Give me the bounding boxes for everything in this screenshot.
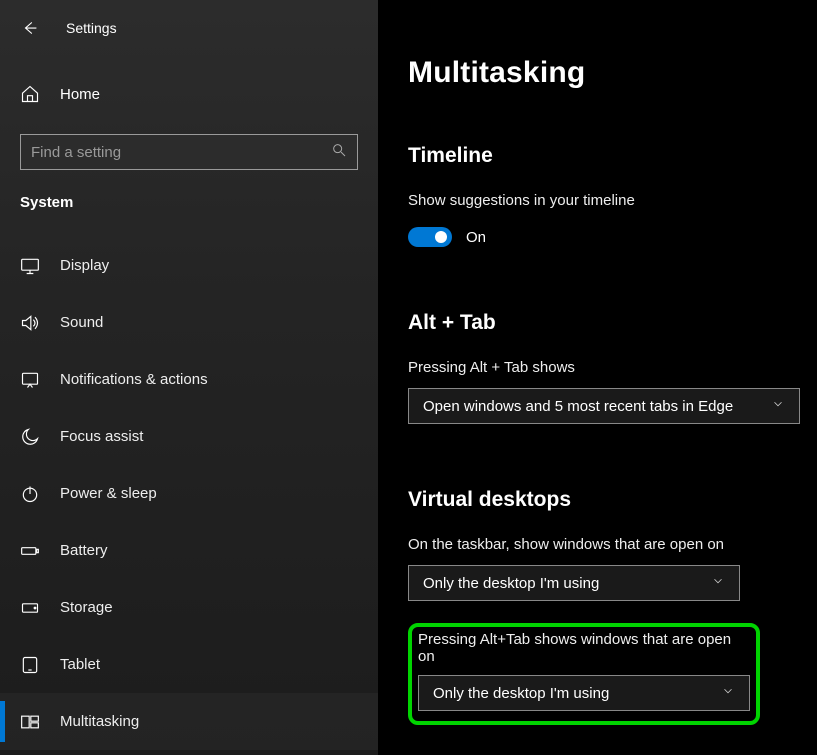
sidebar-item-label: Battery (60, 542, 108, 559)
sidebar-item-multitasking[interactable]: Multitasking (0, 693, 378, 750)
power-icon (20, 484, 40, 504)
display-icon (20, 256, 40, 276)
sidebar-item-label: Sound (60, 314, 103, 331)
titlebar: Settings (0, 6, 378, 50)
sidebar-item-label: Power & sleep (60, 485, 157, 502)
page-title: Multitasking (408, 56, 801, 90)
sidebar-item-storage[interactable]: Storage (0, 579, 378, 636)
chevron-down-icon (711, 574, 725, 592)
sidebar-item-focus-assist[interactable]: Focus assist (0, 408, 378, 465)
vd-alt-tab-label: Pressing Alt+Tab shows windows that are … (418, 631, 750, 665)
vd-taskbar-dropdown[interactable]: Only the desktop I'm using (408, 565, 740, 601)
search-box[interactable] (20, 134, 358, 170)
dropdown-value: Only the desktop I'm using (423, 575, 599, 592)
timeline-toggle-row: On (408, 227, 801, 247)
dropdown-value: Open windows and 5 most recent tabs in E… (423, 398, 733, 415)
window-title: Settings (66, 20, 117, 36)
category-heading: System (20, 194, 378, 211)
section-heading-alt-tab: Alt + Tab (408, 311, 801, 335)
storage-icon (20, 598, 40, 618)
settings-sidebar: Settings Home System Display Sound Notif… (0, 0, 378, 755)
sidebar-item-label: Tablet (60, 656, 100, 673)
search-icon (331, 142, 347, 163)
sidebar-item-label: Notifications & actions (60, 371, 208, 388)
sidebar-item-tablet[interactable]: Tablet (0, 636, 378, 693)
sidebar-item-sound[interactable]: Sound (0, 294, 378, 351)
sound-icon (20, 313, 40, 333)
timeline-suggestions-label: Show suggestions in your timeline (408, 192, 801, 209)
nav-list: Display Sound Notifications & actions Fo… (0, 237, 378, 750)
tablet-icon (20, 655, 40, 675)
vd-taskbar-label: On the taskbar, show windows that are op… (408, 536, 801, 553)
timeline-suggestions-toggle[interactable] (408, 227, 452, 247)
back-button[interactable] (20, 18, 40, 38)
notifications-icon (20, 370, 40, 390)
sidebar-item-label: Display (60, 257, 109, 274)
sidebar-item-battery[interactable]: Battery (0, 522, 378, 579)
sidebar-item-label: Focus assist (60, 428, 143, 445)
home-icon (20, 84, 40, 104)
sidebar-item-display[interactable]: Display (0, 237, 378, 294)
main-content: Multitasking Timeline Show suggestions i… (378, 0, 817, 755)
home-label: Home (60, 86, 100, 103)
sidebar-item-label: Storage (60, 599, 113, 616)
search-input[interactable] (31, 144, 331, 161)
back-arrow-icon (21, 19, 39, 37)
chevron-down-icon (721, 684, 735, 702)
vd-alt-tab-highlighted-group: Pressing Alt+Tab shows windows that are … (408, 623, 760, 725)
dropdown-value: Only the desktop I'm using (433, 685, 609, 702)
chevron-down-icon (771, 397, 785, 415)
multitasking-icon (20, 712, 40, 732)
alt-tab-dropdown[interactable]: Open windows and 5 most recent tabs in E… (408, 388, 800, 424)
battery-icon (20, 541, 40, 561)
section-heading-timeline: Timeline (408, 144, 801, 168)
vd-alt-tab-dropdown[interactable]: Only the desktop I'm using (418, 675, 750, 711)
sidebar-item-label: Multitasking (60, 713, 139, 730)
section-heading-virtual-desktops: Virtual desktops (408, 488, 801, 512)
alt-tab-label: Pressing Alt + Tab shows (408, 359, 801, 376)
toggle-state-text: On (466, 229, 486, 246)
sidebar-item-notifications[interactable]: Notifications & actions (0, 351, 378, 408)
focus-assist-icon (20, 427, 40, 447)
sidebar-item-power[interactable]: Power & sleep (0, 465, 378, 522)
home-nav-item[interactable]: Home (0, 72, 378, 116)
